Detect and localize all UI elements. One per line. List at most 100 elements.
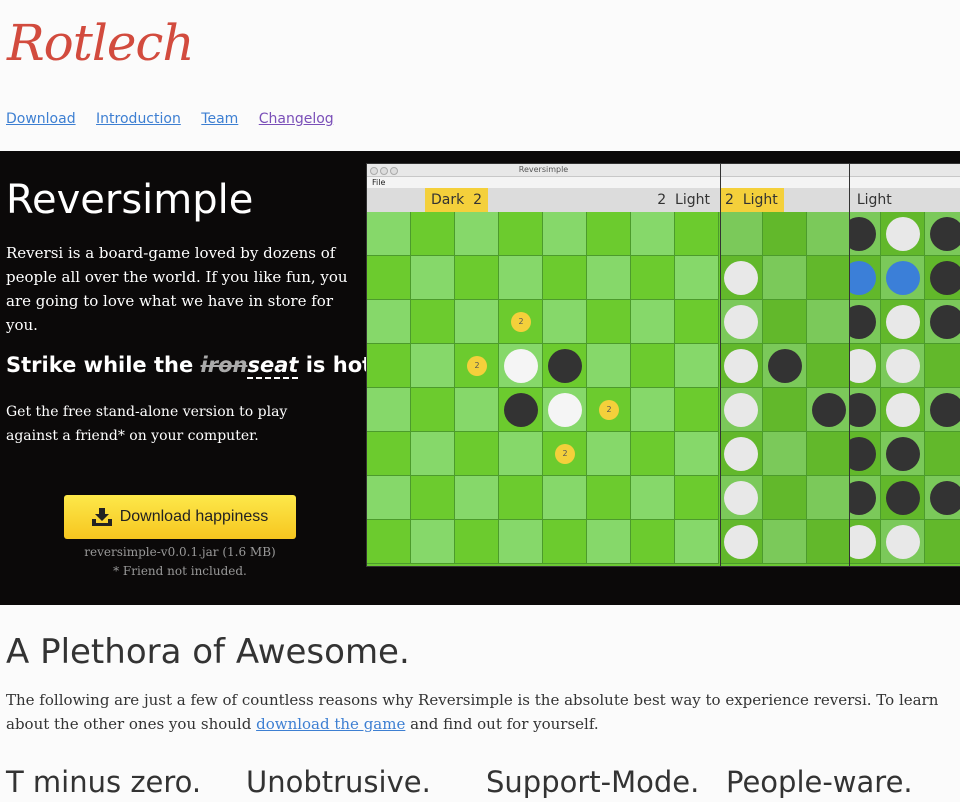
tagline-prefix: Strike while the	[6, 353, 201, 377]
board-cell[interactable]	[587, 432, 631, 476]
board-cell[interactable]	[675, 388, 719, 432]
board-cell[interactable]	[675, 520, 719, 564]
board-cell[interactable]	[411, 212, 455, 256]
middle-window-light-score: 2 Light	[719, 188, 784, 212]
board-cell[interactable]	[411, 344, 455, 388]
board-cell[interactable]	[367, 300, 411, 344]
board-cell[interactable]	[499, 344, 543, 388]
board-cell[interactable]	[631, 520, 675, 564]
board-piece	[724, 437, 758, 471]
site-logo[interactable]: Rotlech	[7, 14, 195, 72]
board-cell[interactable]	[631, 212, 675, 256]
game-board: 2 2 2 2	[367, 212, 720, 564]
board-cell	[763, 256, 807, 300]
board-cell[interactable]	[367, 476, 411, 520]
board-cell[interactable]	[587, 212, 631, 256]
board-cell[interactable]	[499, 388, 543, 432]
board-cell[interactable]	[367, 212, 411, 256]
tagline-replacement-word: seat	[247, 353, 299, 379]
board-cell[interactable]	[411, 300, 455, 344]
board-piece	[724, 525, 758, 559]
board-cell[interactable]: 2	[455, 344, 499, 388]
board-cell[interactable]	[499, 212, 543, 256]
board-cell[interactable]	[675, 212, 719, 256]
board-cell[interactable]	[499, 520, 543, 564]
board-cell[interactable]	[587, 300, 631, 344]
board-cell	[925, 520, 960, 564]
board-cell[interactable]	[455, 212, 499, 256]
board-cell	[807, 300, 849, 344]
board-cell[interactable]	[367, 520, 411, 564]
board-cell[interactable]	[675, 476, 719, 520]
download-button[interactable]: Download happiness	[64, 495, 296, 539]
board-piece	[930, 305, 960, 339]
board-cell[interactable]	[543, 344, 587, 388]
board-cell[interactable]	[499, 476, 543, 520]
nav-introduction[interactable]: Introduction	[96, 111, 181, 127]
board-cell[interactable]	[499, 256, 543, 300]
board-cell[interactable]	[411, 388, 455, 432]
board-cell[interactable]	[499, 432, 543, 476]
nav-changelog[interactable]: Changelog	[259, 111, 334, 127]
board-cell[interactable]	[455, 388, 499, 432]
board-cell[interactable]: 2	[543, 432, 587, 476]
board-cell[interactable]: 2	[587, 388, 631, 432]
board-cell[interactable]	[631, 344, 675, 388]
board-cell[interactable]	[543, 300, 587, 344]
board-cell[interactable]	[631, 432, 675, 476]
move-hint: 2	[511, 312, 531, 332]
board-cell[interactable]	[367, 432, 411, 476]
board-cell[interactable]	[543, 388, 587, 432]
board-cell[interactable]	[367, 388, 411, 432]
light-piece	[504, 349, 538, 383]
board-cell[interactable]	[543, 256, 587, 300]
board-cell[interactable]	[631, 256, 675, 300]
hero-section: Reversimple Reversi is a board-game love…	[0, 151, 960, 605]
board-cell[interactable]	[675, 300, 719, 344]
board-piece	[930, 481, 960, 515]
board-cell	[763, 388, 807, 432]
board-piece	[886, 437, 920, 471]
board-cell[interactable]	[455, 300, 499, 344]
board-cell[interactable]	[367, 344, 411, 388]
board-cell[interactable]	[411, 256, 455, 300]
board-cell[interactable]	[455, 432, 499, 476]
board-cell[interactable]	[411, 476, 455, 520]
board-cell[interactable]	[543, 476, 587, 520]
board-cell[interactable]	[587, 344, 631, 388]
board-cell	[807, 476, 849, 520]
board-cell[interactable]	[543, 520, 587, 564]
board-cell[interactable]	[631, 388, 675, 432]
board-cell[interactable]	[411, 520, 455, 564]
board-cell[interactable]	[411, 432, 455, 476]
nav-download[interactable]: Download	[6, 111, 76, 127]
board-cell[interactable]	[675, 256, 719, 300]
board-cell	[807, 432, 849, 476]
board-cell[interactable]	[455, 520, 499, 564]
board-cell[interactable]	[367, 256, 411, 300]
download-file-info: reversimple-v0.0.1.jar (1.6 MB)	[84, 545, 276, 559]
board-cell	[719, 212, 763, 256]
middle-window-scorebar: 2 Light	[719, 188, 849, 212]
board-cell[interactable]	[587, 520, 631, 564]
board-cell[interactable]	[455, 256, 499, 300]
main-nav: Download Introduction Team Changelog	[6, 111, 350, 127]
download-game-link[interactable]: download the game	[256, 715, 405, 733]
board-cell[interactable]	[587, 256, 631, 300]
board-cell[interactable]	[675, 432, 719, 476]
board-cell[interactable]	[675, 344, 719, 388]
board-cell[interactable]	[631, 476, 675, 520]
board-cell[interactable]	[455, 476, 499, 520]
board-cell[interactable]	[543, 212, 587, 256]
game-screenshot-back-window: 7 Light	[836, 163, 960, 567]
board-cell	[763, 212, 807, 256]
board-cell[interactable]	[631, 300, 675, 344]
window-title: Reversimple	[518, 165, 569, 174]
board-cell	[807, 256, 849, 300]
board-cell[interactable]	[587, 476, 631, 520]
board-cell[interactable]: 2	[499, 300, 543, 344]
game-screenshot-window: Reversimple File Dark 2 2 Light 2 2 2 2	[366, 163, 721, 567]
back-window-scorebar: 7 Light	[837, 188, 960, 212]
download-button-label: Download happiness	[119, 508, 269, 525]
nav-team[interactable]: Team	[201, 111, 238, 127]
